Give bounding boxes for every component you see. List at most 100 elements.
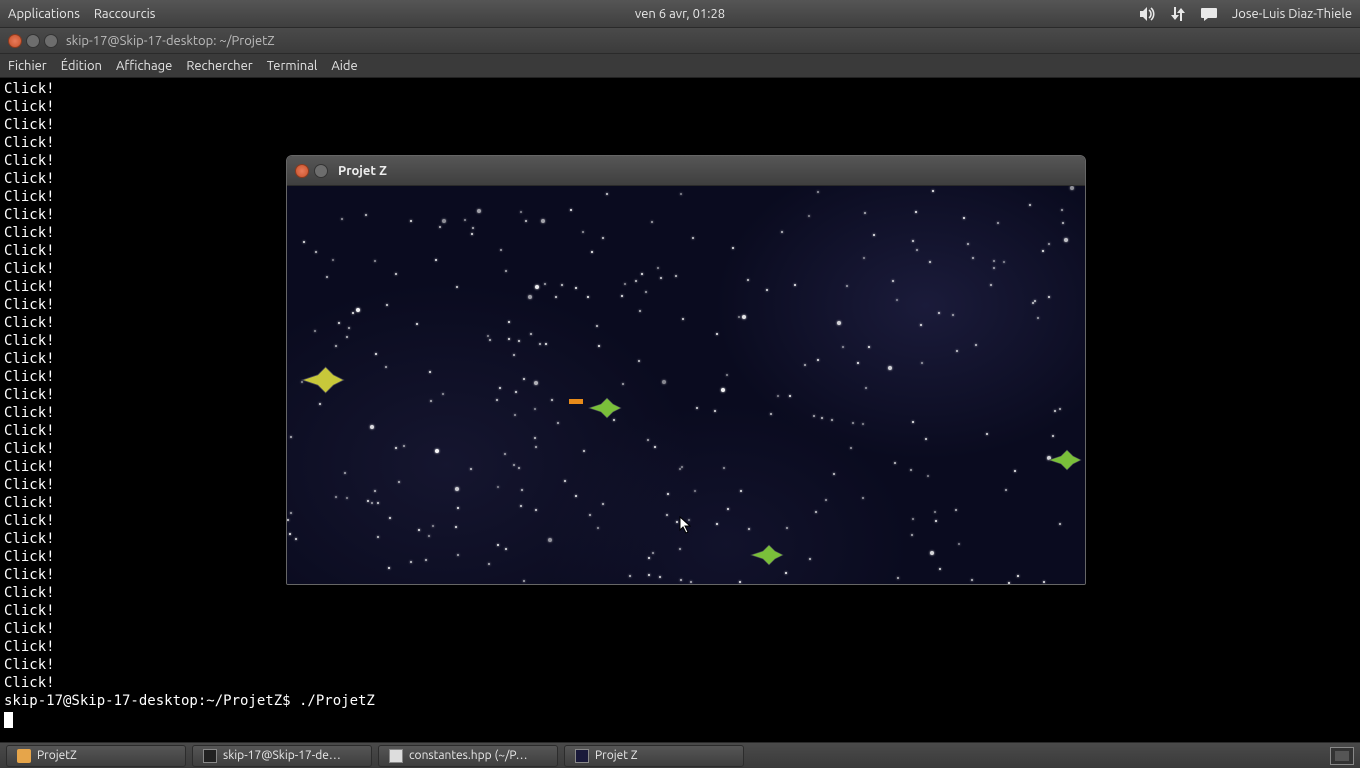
star <box>520 211 522 213</box>
star <box>932 190 934 192</box>
star <box>825 499 827 501</box>
star <box>862 497 864 499</box>
star <box>589 514 591 516</box>
taskbar-item[interactable]: Projet Z <box>564 745 744 767</box>
star <box>326 276 328 278</box>
panel-clock[interactable]: ven 6 avr, 01:28 <box>635 7 725 21</box>
star <box>513 464 515 466</box>
star <box>428 535 430 537</box>
term-icon <box>203 749 217 763</box>
star <box>651 221 653 223</box>
star <box>575 287 577 289</box>
star <box>575 495 577 497</box>
star <box>338 322 340 324</box>
volume-icon[interactable] <box>1138 6 1156 22</box>
star <box>647 439 649 441</box>
star <box>864 212 866 214</box>
star <box>1052 435 1054 437</box>
star <box>596 325 598 327</box>
star <box>667 493 669 495</box>
star <box>597 527 599 529</box>
taskbar-item[interactable]: ProjetZ <box>6 745 186 767</box>
star <box>935 520 937 522</box>
menu-affichage[interactable]: Affichage <box>116 59 172 73</box>
star <box>289 533 291 535</box>
star <box>439 226 441 228</box>
star <box>692 237 694 239</box>
game-titlebar[interactable]: Projet Z <box>287 156 1085 186</box>
minimize-icon[interactable] <box>314 164 328 178</box>
star <box>602 237 604 239</box>
star <box>456 286 458 288</box>
star <box>521 489 523 491</box>
star <box>513 354 515 356</box>
star <box>455 526 457 528</box>
star <box>488 563 490 565</box>
star <box>1048 296 1050 298</box>
star <box>815 511 817 513</box>
star <box>852 422 854 424</box>
star <box>716 523 718 525</box>
star <box>545 343 547 345</box>
star <box>301 381 303 383</box>
star <box>564 480 566 482</box>
panel-menu-shortcuts[interactable]: Raccourcis <box>94 7 156 21</box>
network-icon[interactable] <box>1170 6 1186 22</box>
star <box>591 251 593 253</box>
maximize-icon[interactable] <box>44 34 58 48</box>
menu-edition[interactable]: Édition <box>61 59 102 73</box>
close-icon[interactable] <box>8 34 22 48</box>
star <box>303 241 305 243</box>
star <box>457 554 459 556</box>
star <box>290 512 292 514</box>
star <box>865 387 867 389</box>
panel-menu-applications[interactable]: Applications <box>8 7 80 21</box>
star <box>817 359 819 361</box>
menu-fichier[interactable]: Fichier <box>8 59 47 73</box>
star <box>739 581 741 583</box>
star <box>505 548 507 550</box>
taskbar-item[interactable]: skip-17@Skip-17-de… <box>192 745 372 767</box>
star <box>1014 470 1016 472</box>
close-icon[interactable] <box>295 164 309 178</box>
star <box>416 323 418 325</box>
game-canvas[interactable] <box>287 186 1085 584</box>
star <box>955 509 957 511</box>
chat-icon[interactable] <box>1200 6 1218 22</box>
star <box>315 251 317 253</box>
star <box>290 436 292 438</box>
menu-aide[interactable]: Aide <box>331 59 357 73</box>
panel-user-menu[interactable]: Jose-Luis Diaz-Thiele <box>1232 7 1352 21</box>
star <box>1005 489 1007 491</box>
star <box>497 544 499 546</box>
star <box>287 519 289 521</box>
star <box>817 191 819 193</box>
star <box>341 218 343 220</box>
star <box>346 497 348 499</box>
star <box>335 345 337 347</box>
star <box>518 340 520 342</box>
game-window[interactable]: Projet Z <box>286 155 1086 585</box>
terminal-titlebar[interactable]: skip-17@Skip-17-desktop: ~/ProjetZ <box>0 28 1360 54</box>
star <box>1059 408 1061 410</box>
taskbar-item[interactable]: constantes.hpp (~/P… <box>378 745 558 767</box>
star <box>690 581 692 583</box>
show-desktop-button[interactable] <box>1330 747 1354 765</box>
player-ship <box>300 362 347 398</box>
star <box>348 327 350 329</box>
star <box>863 257 865 259</box>
star <box>639 310 641 312</box>
star <box>804 364 806 366</box>
minimize-icon[interactable] <box>26 34 40 48</box>
star <box>850 447 852 449</box>
star <box>1008 582 1010 584</box>
star <box>648 557 650 559</box>
star <box>432 525 434 527</box>
star <box>742 315 746 319</box>
star <box>662 380 666 384</box>
menu-terminal[interactable]: Terminal <box>267 59 318 73</box>
star <box>375 353 377 355</box>
folder-icon <box>17 749 31 763</box>
menu-rechercher[interactable]: Rechercher <box>186 59 252 73</box>
star <box>676 521 678 523</box>
